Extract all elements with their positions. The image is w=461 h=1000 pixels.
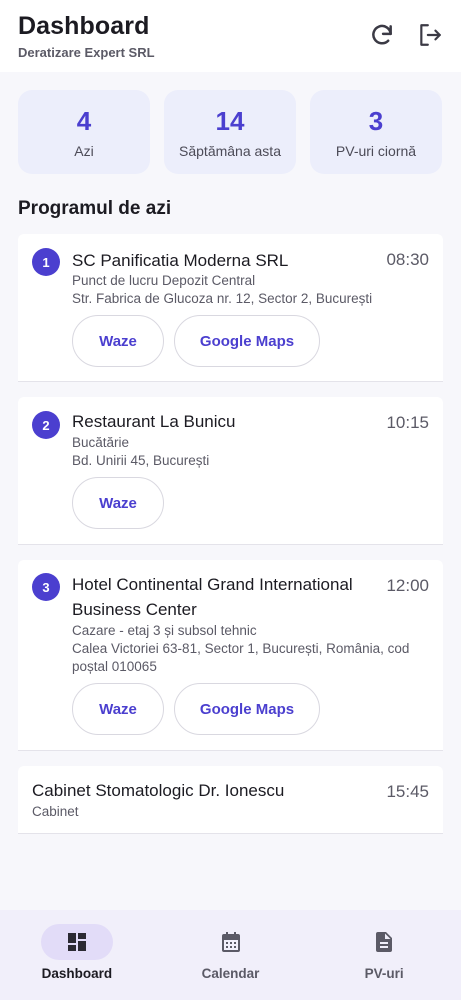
nav-item-dashboard[interactable]: Dashboard bbox=[0, 910, 154, 1000]
client-name: Restaurant La Bunicu bbox=[72, 412, 236, 431]
stat-value: 3 bbox=[368, 105, 384, 136]
stat-value: 4 bbox=[76, 105, 92, 136]
client-name: SC Panificatia Moderna SRL bbox=[72, 251, 289, 270]
google-maps-button[interactable]: Google Maps bbox=[174, 683, 320, 735]
address-line-1: Calea Victoriei 63-81, Sector 1, Bucureș… bbox=[72, 641, 410, 656]
client-name: Cabinet Stomatologic Dr. Ionescu bbox=[32, 781, 285, 800]
stat-label: Azi bbox=[74, 142, 94, 159]
section-title: Programul de azi bbox=[18, 198, 172, 219]
appointment-time: 12:00 bbox=[386, 576, 429, 595]
app-header: Dashboard Deratizare Expert SRL bbox=[0, 0, 461, 72]
appointment-time: 08:30 bbox=[386, 250, 429, 269]
order-badge: 2 bbox=[32, 411, 60, 439]
address: Bd. Unirii 45, București bbox=[72, 453, 210, 468]
nav-item-pv[interactable]: PV-uri bbox=[307, 910, 461, 1000]
appointment-time: 10:15 bbox=[386, 413, 429, 432]
nav-label: Calendar bbox=[201, 966, 260, 981]
bottom-navigation: Dashboard Calendar PV-uri bbox=[0, 910, 461, 1000]
stat-today[interactable]: 4 Azi bbox=[18, 90, 150, 174]
stat-value: 14 bbox=[215, 105, 245, 136]
location-name: Cazare - etaj 3 și subsol tehnic bbox=[72, 623, 257, 638]
nav-icon-container bbox=[348, 924, 420, 960]
order-badge: 3 bbox=[32, 573, 60, 601]
stat-label: PV-uri ciornă bbox=[335, 142, 417, 159]
dashboard-icon bbox=[67, 933, 86, 951]
refresh-button[interactable] bbox=[369, 22, 395, 48]
header-actions bbox=[369, 22, 443, 48]
waze-button[interactable]: Waze bbox=[72, 477, 164, 529]
nav-label: PV-uri bbox=[364, 966, 404, 981]
nav-active-indicator bbox=[40, 924, 113, 960]
document-icon bbox=[376, 932, 393, 952]
google-maps-button[interactable]: Google Maps bbox=[174, 315, 320, 367]
appointment-card[interactable]: 1 SC Panificatia Moderna SRL 08:30 Punct… bbox=[18, 234, 443, 382]
waze-button[interactable]: Waze bbox=[72, 315, 164, 367]
location-name: Cabinet bbox=[32, 804, 79, 819]
location-name: Punct de lucru Depozit Central bbox=[72, 273, 256, 288]
address-line-2: poștal 010065 bbox=[72, 659, 157, 674]
stats-row: 4 Azi 14 Săptămâna asta 3 PV-uri ciornă bbox=[18, 90, 461, 174]
appointment-card[interactable]: 3 Hotel Continental Grand International … bbox=[18, 560, 443, 751]
nav-item-calendar[interactable]: Calendar bbox=[154, 910, 308, 1000]
calendar-icon bbox=[221, 932, 240, 952]
appointment-time: 15:45 bbox=[386, 782, 429, 801]
stat-label: Săptămâna asta bbox=[179, 142, 281, 159]
location-name: Bucătărie bbox=[72, 435, 130, 450]
address: Str. Fabrica de Glucoza nr. 12, Sector 2… bbox=[72, 291, 373, 306]
order-badge: 1 bbox=[32, 248, 60, 276]
appointment-card[interactable]: Cabinet Stomatologic Dr. Ionescu 15:45 C… bbox=[18, 766, 443, 834]
stat-this-week[interactable]: 14 Săptămâna asta bbox=[164, 90, 296, 174]
waze-button[interactable]: Waze bbox=[72, 683, 164, 735]
stat-draft-pv[interactable]: 3 PV-uri ciornă bbox=[310, 90, 442, 174]
logout-button[interactable] bbox=[417, 22, 443, 48]
appointment-card[interactable]: 2 Restaurant La Bunicu 10:15 Bucătărie B… bbox=[18, 397, 443, 545]
refresh-icon bbox=[372, 24, 392, 45]
nav-label: Dashboard bbox=[41, 966, 113, 981]
client-name-line-1: Hotel Continental Grand International bbox=[72, 575, 353, 594]
client-name-line-2: Business Center bbox=[72, 600, 197, 619]
logout-icon bbox=[420, 24, 441, 46]
nav-icon-container bbox=[195, 924, 267, 960]
